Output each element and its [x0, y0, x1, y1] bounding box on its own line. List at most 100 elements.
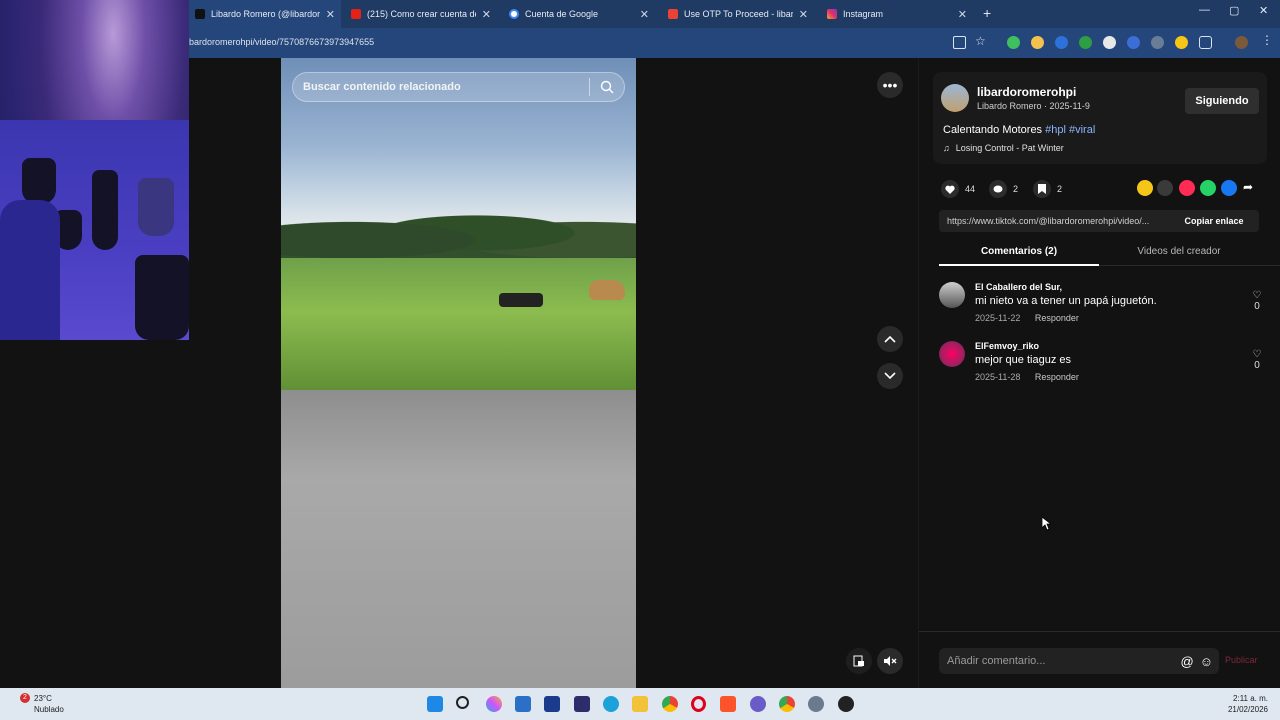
- app-icon[interactable]: [838, 696, 854, 712]
- reply-button[interactable]: Responder: [1035, 372, 1079, 382]
- comment-meta: 2025-11-28 Responder: [975, 372, 1079, 382]
- extension-icon[interactable]: [1055, 36, 1068, 49]
- system-clock[interactable]: 2:11 a. m. 21/02/2026: [1228, 693, 1268, 715]
- music-note-icon: ♫: [943, 143, 950, 153]
- windows-start-icon[interactable]: [427, 696, 443, 712]
- comment-input[interactable]: Añadir comentario...: [939, 655, 1181, 667]
- copilot-icon[interactable]: [486, 696, 502, 712]
- browser-tab[interactable]: (215) Como crear cuenta de Ki ✕: [345, 0, 497, 28]
- pip-button[interactable]: [846, 648, 872, 674]
- store-icon[interactable]: [515, 696, 531, 712]
- embed-icon[interactable]: [1157, 180, 1173, 196]
- next-video-button[interactable]: [877, 363, 903, 389]
- browser-tab[interactable]: Use OTP To Proceed - libardoro ✕: [662, 0, 814, 28]
- reply-button[interactable]: Responder: [1035, 313, 1079, 323]
- heart-outline-icon[interactable]: ♡: [1245, 290, 1269, 301]
- comment-username[interactable]: El Caballero del Sur,: [975, 282, 1062, 292]
- extension-icon[interactable]: [1151, 36, 1164, 49]
- browser-tab[interactable]: Cuenta de Google ✕: [503, 0, 655, 28]
- search-icon[interactable]: [590, 80, 624, 94]
- close-icon[interactable]: ✕: [482, 8, 491, 21]
- browser-tab[interactable]: Instagram ✕: [821, 0, 973, 28]
- close-icon[interactable]: ✕: [958, 8, 967, 21]
- rc-car: [499, 293, 543, 307]
- extension-icon[interactable]: [1079, 36, 1092, 49]
- mention-icon[interactable]: @: [1181, 654, 1194, 669]
- close-icon[interactable]: ✕: [799, 8, 808, 21]
- new-tab-button[interactable]: +: [983, 5, 991, 21]
- avatar[interactable]: [941, 84, 969, 112]
- comment-composer[interactable]: Añadir comentario... @ ☺: [939, 648, 1219, 674]
- video-link[interactable]: https://www.tiktok.com/@libardoromerohpi…: [939, 216, 1169, 226]
- avatar[interactable]: [939, 282, 965, 308]
- edge-icon[interactable]: [603, 696, 619, 712]
- extension-icon[interactable]: [1127, 36, 1140, 49]
- author-username[interactable]: libardoromerohpi: [977, 85, 1076, 99]
- close-window-button[interactable]: ✕: [1259, 4, 1268, 17]
- comment-count: 2: [1013, 184, 1019, 194]
- copy-link-button[interactable]: Copiar enlace: [1169, 216, 1259, 226]
- tiktok-icon: [195, 9, 205, 19]
- browser-icon[interactable]: [750, 696, 766, 712]
- comment-like[interactable]: ♡ 0: [1245, 349, 1269, 371]
- mute-button[interactable]: [877, 648, 903, 674]
- search-icon[interactable]: [456, 696, 469, 709]
- like-stat[interactable]: 44: [941, 180, 975, 198]
- music-title[interactable]: Losing Control - Pat Winter: [956, 143, 1064, 153]
- brave-icon[interactable]: [720, 696, 736, 712]
- avatar[interactable]: [939, 341, 965, 367]
- bookmark-star-icon[interactable]: ☆: [975, 34, 988, 48]
- previous-video-button[interactable]: [877, 326, 903, 352]
- extension-icon[interactable]: [1007, 36, 1020, 49]
- share-friends-icon[interactable]: [1137, 180, 1153, 196]
- more-options-button[interactable]: •••: [877, 72, 903, 98]
- whatsapp-icon[interactable]: [1200, 180, 1216, 196]
- author-meta: Libardo Romero · 2025-11-9: [977, 101, 1090, 111]
- following-button[interactable]: Siguiendo: [1185, 88, 1259, 114]
- extension-icon[interactable]: [1175, 36, 1188, 49]
- browser-tab[interactable]: Libardo Romero (@libardorome ✕: [189, 0, 341, 28]
- comment-date: 2025-11-28: [975, 372, 1021, 382]
- hashtag-links[interactable]: #hpl #viral: [1045, 124, 1095, 136]
- tab-creator-videos[interactable]: Videos del creador: [1099, 246, 1259, 257]
- video-player[interactable]: Buscar contenido relacionado: [281, 58, 636, 688]
- extension-icon[interactable]: [1031, 36, 1044, 49]
- install-app-icon[interactable]: [953, 36, 966, 49]
- share-arrow-icon[interactable]: ➦: [1243, 180, 1259, 196]
- file-explorer-icon[interactable]: [632, 696, 648, 712]
- music-row[interactable]: ♫ Losing Control - Pat Winter: [943, 143, 1064, 153]
- close-icon[interactable]: ✕: [640, 8, 649, 21]
- publish-button[interactable]: Publicar: [1225, 655, 1258, 665]
- send-icon[interactable]: [1179, 180, 1195, 196]
- facebook-icon[interactable]: [1221, 180, 1237, 196]
- mail-icon[interactable]: [544, 696, 560, 712]
- save-stat[interactable]: 2: [1033, 180, 1062, 198]
- heart-icon[interactable]: [941, 180, 959, 198]
- opera-icon[interactable]: [691, 696, 706, 712]
- extensions-puzzle-icon[interactable]: [1199, 36, 1212, 49]
- weather-widget[interactable]: 2 23°C Nublado: [14, 693, 64, 715]
- minimize-button[interactable]: —: [1199, 4, 1210, 16]
- comment-like[interactable]: ♡ 0: [1245, 290, 1269, 312]
- profile-avatar[interactable]: [1235, 36, 1248, 49]
- chrome-icon[interactable]: [662, 696, 678, 712]
- settings-gear-icon[interactable]: [808, 696, 824, 712]
- tab-comments[interactable]: Comentarios (2): [939, 246, 1099, 266]
- chrome-active-icon[interactable]: [779, 696, 795, 712]
- comment-stat[interactable]: 2: [989, 180, 1018, 198]
- bookmark-icon[interactable]: [1033, 180, 1051, 198]
- dog: [589, 280, 625, 300]
- chevron-down-icon: [884, 372, 896, 380]
- comment-username[interactable]: ElFemvoy_riko: [975, 341, 1039, 351]
- close-icon[interactable]: ✕: [326, 8, 335, 21]
- vs-icon[interactable]: [574, 696, 590, 712]
- search-input[interactable]: Buscar contenido relacionado: [293, 81, 589, 93]
- comment-icon[interactable]: [989, 180, 1007, 198]
- extension-icon[interactable]: [1103, 36, 1116, 49]
- heart-outline-icon[interactable]: ♡: [1245, 349, 1269, 360]
- emoji-icon[interactable]: ☺: [1200, 654, 1213, 669]
- related-search-bar[interactable]: Buscar contenido relacionado: [292, 72, 625, 102]
- maximize-button[interactable]: ▢: [1229, 4, 1239, 17]
- menu-kebab-icon[interactable]: ⋮: [1261, 33, 1274, 47]
- url-text[interactable]: bardoromerohpi/video/7570876673973947655: [189, 37, 374, 47]
